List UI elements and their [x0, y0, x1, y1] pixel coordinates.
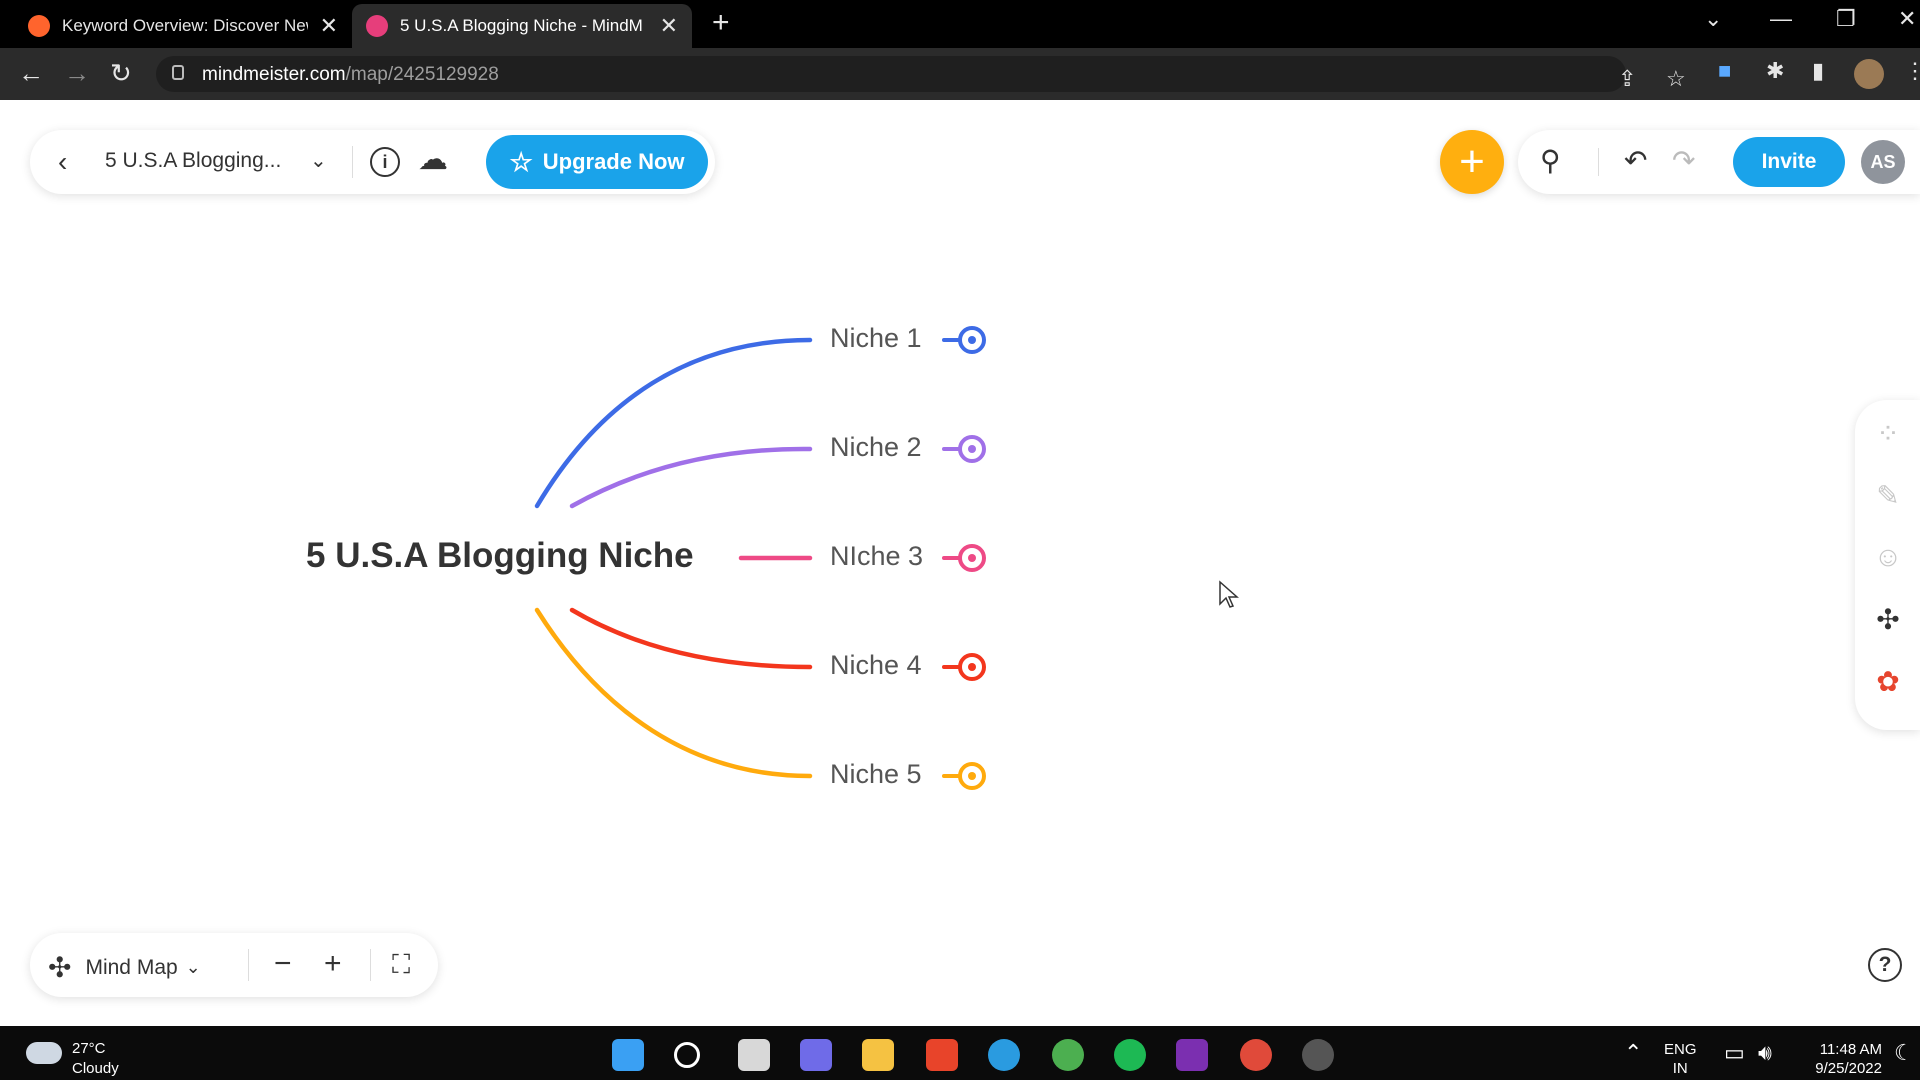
search-icon[interactable]: ⚲ — [1540, 144, 1561, 177]
url-field[interactable]: mindmeister.com/map/2425129928 ⇪ ☆ — [156, 56, 1686, 92]
back-chevron-icon[interactable]: ‹ — [58, 146, 67, 178]
tab-search-chevron-icon[interactable]: ⌄ — [1704, 6, 1722, 32]
grid-icon[interactable]: ⁘ — [1871, 416, 1905, 450]
bookmark-star-icon[interactable]: ☆ — [1666, 66, 1686, 92]
cloud-download-icon[interactable]: ☁ — [418, 142, 448, 177]
topic-niche-1[interactable]: Niche 1 — [830, 323, 922, 354]
expand-knob-icon[interactable] — [958, 326, 986, 354]
avatar[interactable]: AS — [1861, 140, 1905, 184]
mindmeister-favicon-icon — [366, 15, 388, 37]
back-arrow-icon[interactable]: ← — [18, 58, 44, 89]
expand-knob-icon[interactable] — [958, 544, 986, 572]
language-indicator[interactable]: ENG IN — [1664, 1040, 1697, 1078]
tab-keyword-overview[interactable]: Keyword Overview: Discover New ✕ — [14, 4, 352, 48]
weather-description[interactable]: Cloudy — [72, 1060, 119, 1077]
teams-chat-icon[interactable] — [800, 1039, 832, 1071]
topic-niche-2[interactable]: Niche 2 — [830, 432, 922, 463]
url-text: mindmeister.com/map/2425129928 — [202, 64, 499, 85]
task-view-icon[interactable] — [738, 1039, 770, 1071]
divider — [352, 146, 353, 178]
close-window-button[interactable]: ✕ — [1898, 6, 1916, 32]
paint-bucket-icon[interactable]: ✎ — [1871, 478, 1905, 512]
new-tab-button[interactable]: + — [712, 6, 730, 40]
star-icon: ☆ — [509, 146, 533, 177]
browser-tab-bar: Keyword Overview: Discover New ✕ 5 U.S.A… — [0, 0, 1920, 48]
map-toolbar: ‹ 5 U.S.A Blogging... ⌄ i ☁ ☆ Upgrade No… — [30, 130, 715, 194]
help-icon[interactable]: ? — [1868, 948, 1902, 982]
semrush-favicon-icon — [28, 15, 50, 37]
chrome-profile-icon[interactable] — [1240, 1039, 1272, 1071]
notification-icon[interactable]: ☾ — [1894, 1040, 1914, 1066]
weather-temperature[interactable]: 27°C — [72, 1040, 106, 1057]
reload-icon[interactable]: ↻ — [110, 58, 132, 89]
obs-recorder-icon[interactable] — [1302, 1039, 1334, 1071]
minimize-button[interactable]: — — [1770, 6, 1792, 32]
view-toolbar: ✣ Mind Map ⌄ − + ⛶ — [30, 933, 438, 997]
color-palette-icon[interactable]: ✿ — [1871, 664, 1905, 698]
chevron-down-icon[interactable]: ⌄ — [310, 148, 327, 173]
info-icon[interactable]: i — [370, 147, 400, 177]
tab-close-icon[interactable]: ✕ — [320, 13, 338, 39]
tab-close-icon[interactable]: ✕ — [660, 13, 678, 39]
topic-niche-5[interactable]: Niche 5 — [830, 759, 922, 790]
topic-niche-3[interactable]: NIche 3 — [830, 541, 923, 572]
branch-line-2 — [569, 446, 813, 509]
forward-arrow-icon[interactable]: → — [64, 58, 90, 89]
extension-icon[interactable]: ■ — [1718, 58, 1731, 84]
zoom-in-button[interactable]: + — [324, 947, 342, 981]
redo-icon[interactable]: ↷ — [1672, 144, 1695, 177]
topic-niche-4[interactable]: Niche 4 — [830, 650, 922, 681]
side-panel-icon[interactable]: ▮ — [1812, 58, 1824, 84]
root-topic[interactable]: 5 U.S.A Blogging Niche — [306, 536, 694, 576]
branch-line-4 — [569, 607, 813, 670]
profile-avatar-icon[interactable] — [1854, 59, 1884, 89]
office-icon[interactable] — [926, 1039, 958, 1071]
restore-button[interactable]: ❐ — [1836, 6, 1856, 32]
clock[interactable]: 11:48 AM 9/25/2022 — [1802, 1040, 1882, 1078]
divider — [248, 949, 249, 981]
upgrade-now-button[interactable]: ☆ Upgrade Now — [486, 135, 708, 189]
expand-knob-icon[interactable] — [958, 435, 986, 463]
chevron-down-icon: ⌄ — [185, 957, 201, 977]
windows-taskbar: 27°C Cloudy ⌃ ENG IN ▭ 🔊︎ 11:48 AM 9/25/20… — [0, 1026, 1920, 1080]
mind-map-layout-icon[interactable]: ✣ — [1871, 602, 1905, 636]
puzzle-extensions-icon[interactable]: ✱ — [1766, 58, 1784, 84]
chevron-up-icon[interactable]: ⌃ — [1624, 1040, 1642, 1066]
lock-icon — [172, 65, 184, 80]
map-title[interactable]: 5 U.S.A Blogging... — [105, 149, 281, 173]
share-icon[interactable]: ⇪ — [1618, 66, 1636, 92]
map-actions-toolbar: ⚲ ↶ ↷ Invite AS — [1518, 130, 1920, 194]
expand-knob-icon[interactable] — [958, 762, 986, 790]
branch-line-1 — [534, 337, 813, 509]
browser-menu-icon[interactable]: ⋮ — [1904, 58, 1920, 84]
zoom-out-button[interactable]: − — [274, 947, 292, 981]
volume-icon[interactable]: 🔊︎ — [1758, 1040, 1772, 1066]
mind-map-layout-icon: ✣ — [48, 952, 72, 983]
jetbrains-icon[interactable] — [1176, 1039, 1208, 1071]
mouse-cursor-icon — [1219, 580, 1239, 608]
layout-selector[interactable]: ✣ Mind Map ⌄ — [48, 951, 201, 984]
search-icon[interactable] — [674, 1042, 700, 1068]
fit-to-screen-icon[interactable]: ⛶ — [392, 949, 410, 981]
divider — [1598, 148, 1599, 176]
edge-browser-icon[interactable] — [988, 1039, 1020, 1071]
chrome-icon[interactable] — [1052, 1039, 1084, 1071]
file-explorer-icon[interactable] — [862, 1039, 894, 1071]
spotify-icon[interactable] — [1114, 1039, 1146, 1071]
divider — [370, 949, 371, 981]
side-panel: ⁘ ✎ ☺ ✣ ✿ — [1855, 400, 1920, 730]
windows-start-icon[interactable] — [612, 1039, 644, 1071]
network-icon[interactable]: ▭ — [1724, 1040, 1745, 1066]
branch-line-5 — [534, 607, 813, 779]
expand-knob-icon[interactable] — [958, 653, 986, 681]
tab-mindmeister[interactable]: 5 U.S.A Blogging Niche - MindM ✕ — [352, 4, 692, 48]
undo-icon[interactable]: ↶ — [1624, 144, 1647, 177]
invite-button[interactable]: Invite — [1733, 137, 1845, 187]
emoji-icon[interactable]: ☺ — [1871, 540, 1905, 574]
cloud-icon — [26, 1042, 62, 1064]
add-topic-button[interactable]: + — [1440, 130, 1504, 194]
browser-address-bar: ← → ↻ mindmeister.com/map/2425129928 ⇪ ☆… — [0, 48, 1920, 100]
